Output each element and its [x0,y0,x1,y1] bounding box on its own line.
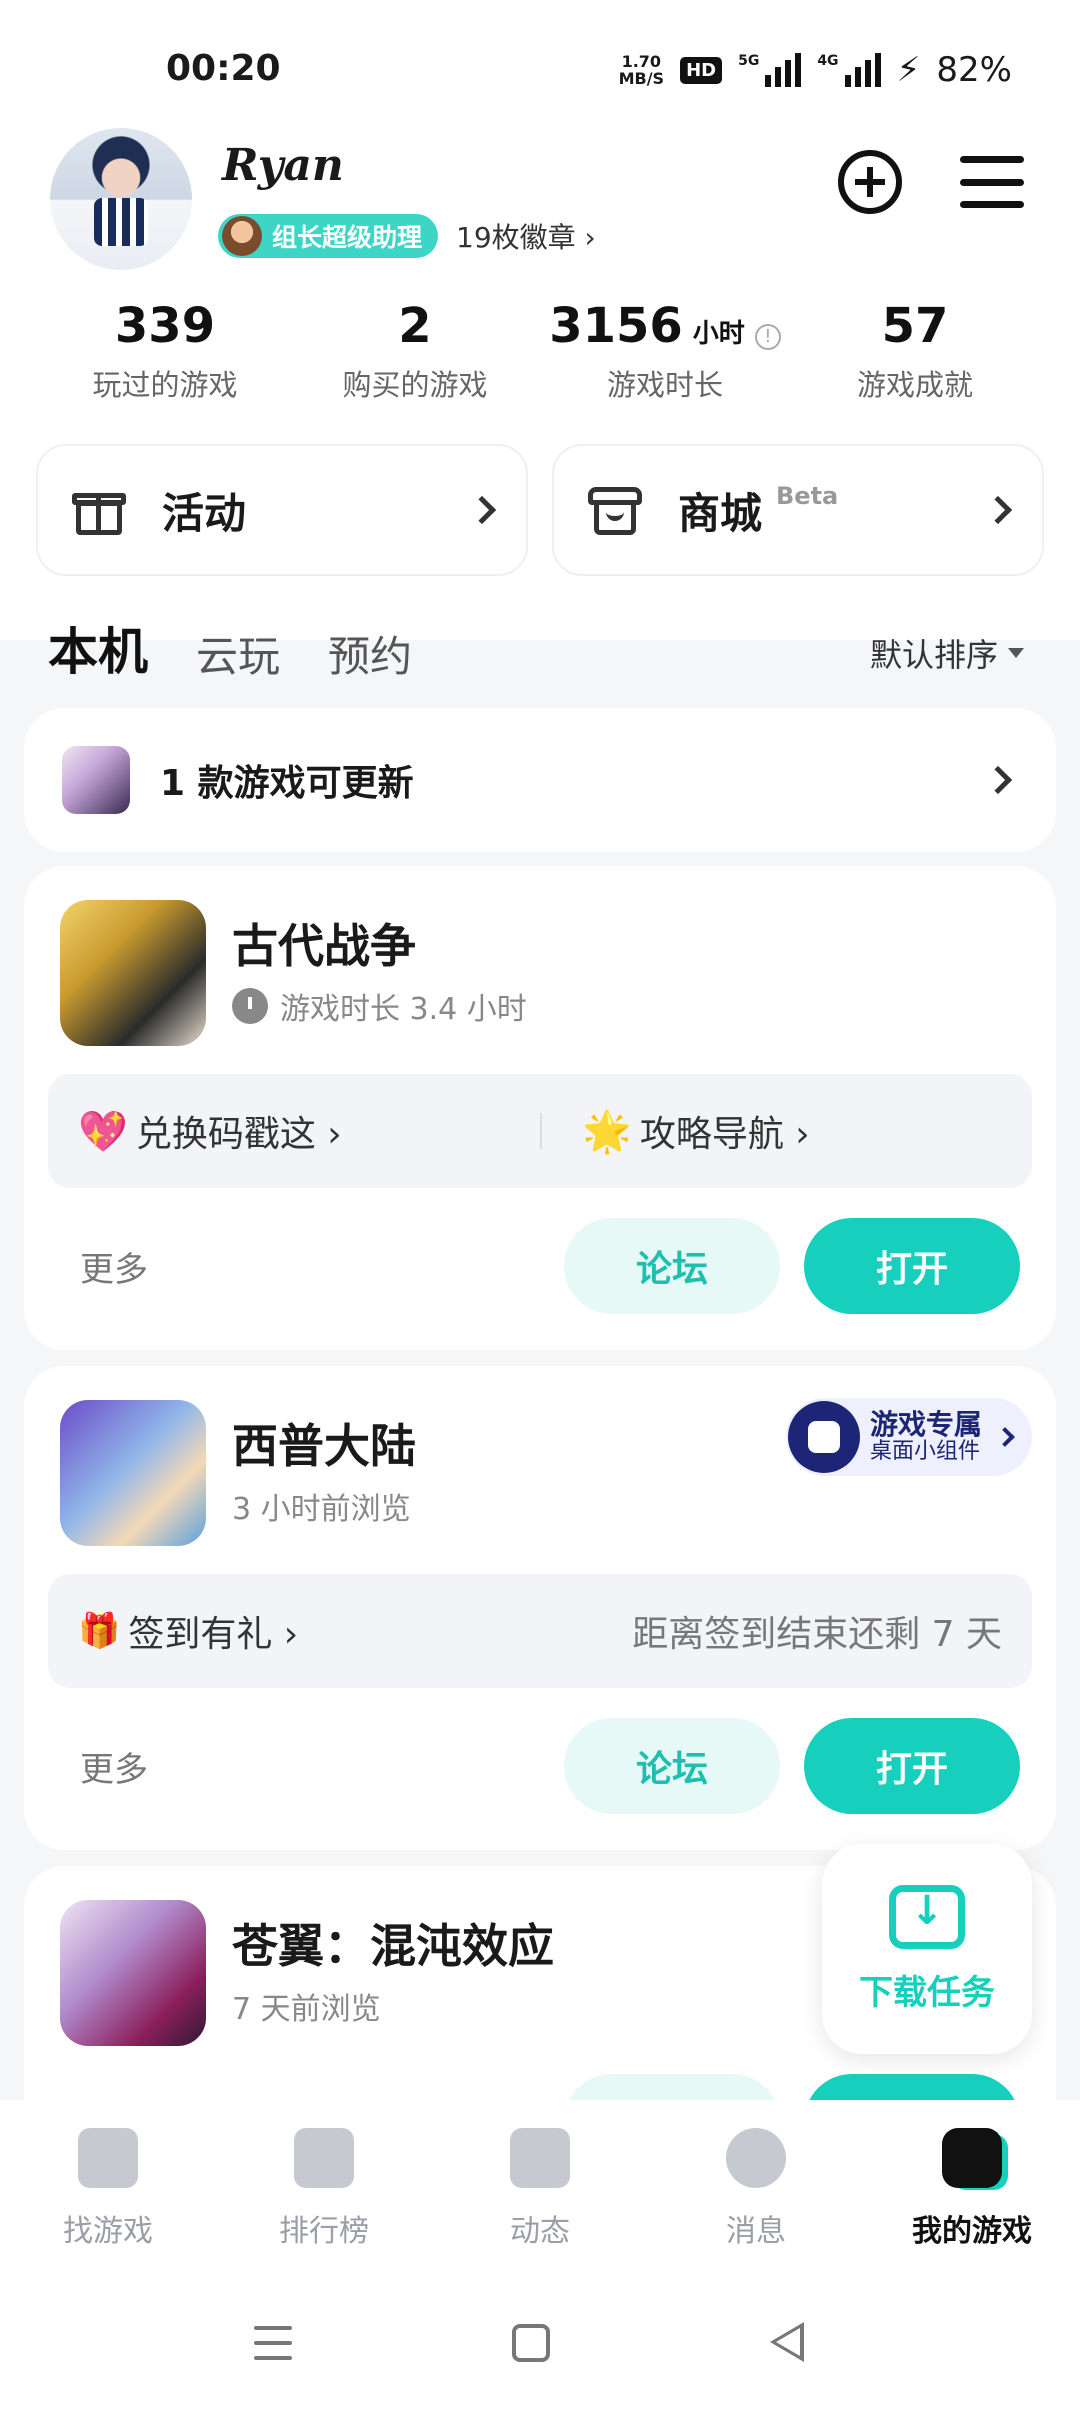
tab-cloud[interactable]: 云玩 [196,623,280,684]
nav-feed[interactable]: 动态 [432,2100,648,2280]
open-button[interactable]: 打开 [804,1218,1020,1314]
timer-icon [232,988,268,1024]
open-button[interactable]: 打开 [804,1718,1020,1814]
game-card: 古代战争 游戏时长 3.4 小时 💖 兑换码戳这 › 🌟 攻略导航 › 更多 论… [24,866,1056,1350]
activity-card[interactable]: 活动 [36,444,528,576]
caret-down-icon [1008,648,1024,658]
gift-icon [72,483,126,537]
medals-link[interactable]: 19枚徽章 › [456,216,596,256]
charging-icon: ⚡ [896,50,921,90]
shop-card[interactable]: 商城 Beta [552,444,1044,576]
guide-link[interactable]: 🌟 攻略导航 › [582,1105,810,1157]
back-button[interactable] [770,2322,804,2362]
bottom-nav: 找游戏 排行榜 动态 消息 我的游戏 [0,2100,1080,2280]
tab-local[interactable]: 本机 [44,612,152,688]
stat-achievements[interactable]: 57 游戏成就 [790,298,1040,404]
checkin-link[interactable]: 🎁 签到有礼 › [78,1605,298,1657]
home-button[interactable] [512,2324,550,2362]
rankings-icon [294,2128,354,2188]
redeem-code-link[interactable]: 💖 兑换码戳这 › [78,1105,540,1157]
download-icon [889,1884,965,1949]
menu-button[interactable] [960,150,1024,214]
game-icon[interactable] [60,1400,206,1546]
shop-icon [588,483,642,537]
badge-row: 组长超级助理 19枚徽章 › [218,214,596,258]
forum-button[interactable]: 论坛 [564,1218,780,1314]
divider [540,1113,542,1149]
username[interactable]: Ryan [222,140,344,191]
clock: 00:20 [166,48,281,89]
hd-icon: HD [680,56,723,84]
stats-row: 339 玩过的游戏 2 购买的游戏 3156 小时 ! 游戏时长 57 游戏成就 [40,298,1040,404]
signal-5g-icon: 5G [738,53,802,87]
more-button[interactable]: 更多 [80,1242,148,1291]
find-games-icon [78,2128,138,2188]
game-last-viewed: 3 小时前浏览 [232,1492,411,1527]
star-icon: 🌟 [582,1108,632,1155]
game-name: 苍翼：混沌效应 [232,1919,554,1973]
game-card: 西普大陆 3 小时前浏览 游戏专属 桌面小组件 🎁 签到有礼 › 距离签到结束还… [24,1366,1056,1850]
avatar[interactable] [50,128,192,270]
chat-icon [726,2128,786,2188]
gift-icon: 🎁 [78,1611,121,1651]
game-name: 古代战争 [232,919,416,973]
game-playtime: 游戏时长 3.4 小时 [232,984,527,1028]
signal-4g-icon: 4G [817,53,881,87]
sort-dropdown[interactable]: 默认排序 [870,630,1024,676]
chevron-right-icon [467,495,497,525]
chevron-right-icon [995,1427,1015,1447]
checkin-countdown: 距离签到结束还剩 7 天 [632,1614,1002,1655]
info-icon[interactable]: ! [754,324,781,350]
beta-label: Beta [776,482,839,510]
chevron-right-icon [983,765,1013,795]
add-button[interactable] [838,150,902,214]
nav-my-games[interactable]: 我的游戏 [864,2100,1080,2280]
nav-messages[interactable]: 消息 [648,2100,864,2280]
nav-rankings[interactable]: 排行榜 [216,2100,432,2280]
tab-reserve[interactable]: 预约 [328,623,412,684]
chevron-right-icon [983,495,1013,525]
checkin-panel: 🎁 签到有礼 › 距离签到结束还剩 7 天 [48,1574,1032,1688]
system-nav-bar [0,2280,1080,2412]
gamepad-icon [942,2128,1002,2188]
stat-purchased-games[interactable]: 2 购买的游戏 [290,298,540,404]
more-button[interactable]: 更多 [80,1742,148,1791]
game-icon[interactable] [60,900,206,1046]
role-badge-avatar [222,216,262,256]
gamepad-icon [787,1401,860,1473]
recent-apps-button[interactable] [254,2326,292,2360]
feed-icon [510,2128,570,2188]
battery-level: 82% [936,50,1012,90]
stat-played-games[interactable]: 339 玩过的游戏 [40,298,290,404]
update-bar[interactable]: 1 款游戏可更新 [24,708,1056,852]
game-last-viewed: 7 天前浏览 [232,1992,381,2027]
network-speed: 1.70 MB/S [618,52,665,88]
game-tabs: 本机 云玩 预约 [44,612,412,688]
page: 00:20 1.70 MB/S HD 5G 4G ⚡ 82% Ryan 组长超级… [0,0,1080,2412]
game-name: 西普大陆 [232,1419,416,1473]
game-links-panel: 💖 兑换码戳这 › 🌟 攻略导航 › [48,1074,1032,1188]
desktop-widget-badge[interactable]: 游戏专属 桌面小组件 [785,1398,1032,1476]
nav-find-games[interactable]: 找游戏 [0,2100,216,2280]
status-icons: 1.70 MB/S HD 5G 4G ⚡ 82% [619,50,1012,90]
status-bar: 00:20 1.70 MB/S HD 5G 4G ⚡ 82% [0,0,1080,120]
game-icon[interactable] [60,1900,206,2046]
role-badge[interactable]: 组长超级助理 [218,214,439,258]
download-tasks-button[interactable]: 下载任务 [822,1844,1032,2054]
stat-play-time[interactable]: 3156 小时 ! 游戏时长 [540,298,790,404]
heart-icon: 💖 [78,1108,128,1155]
forum-button[interactable]: 论坛 [564,1718,780,1814]
update-game-thumb [62,746,130,814]
